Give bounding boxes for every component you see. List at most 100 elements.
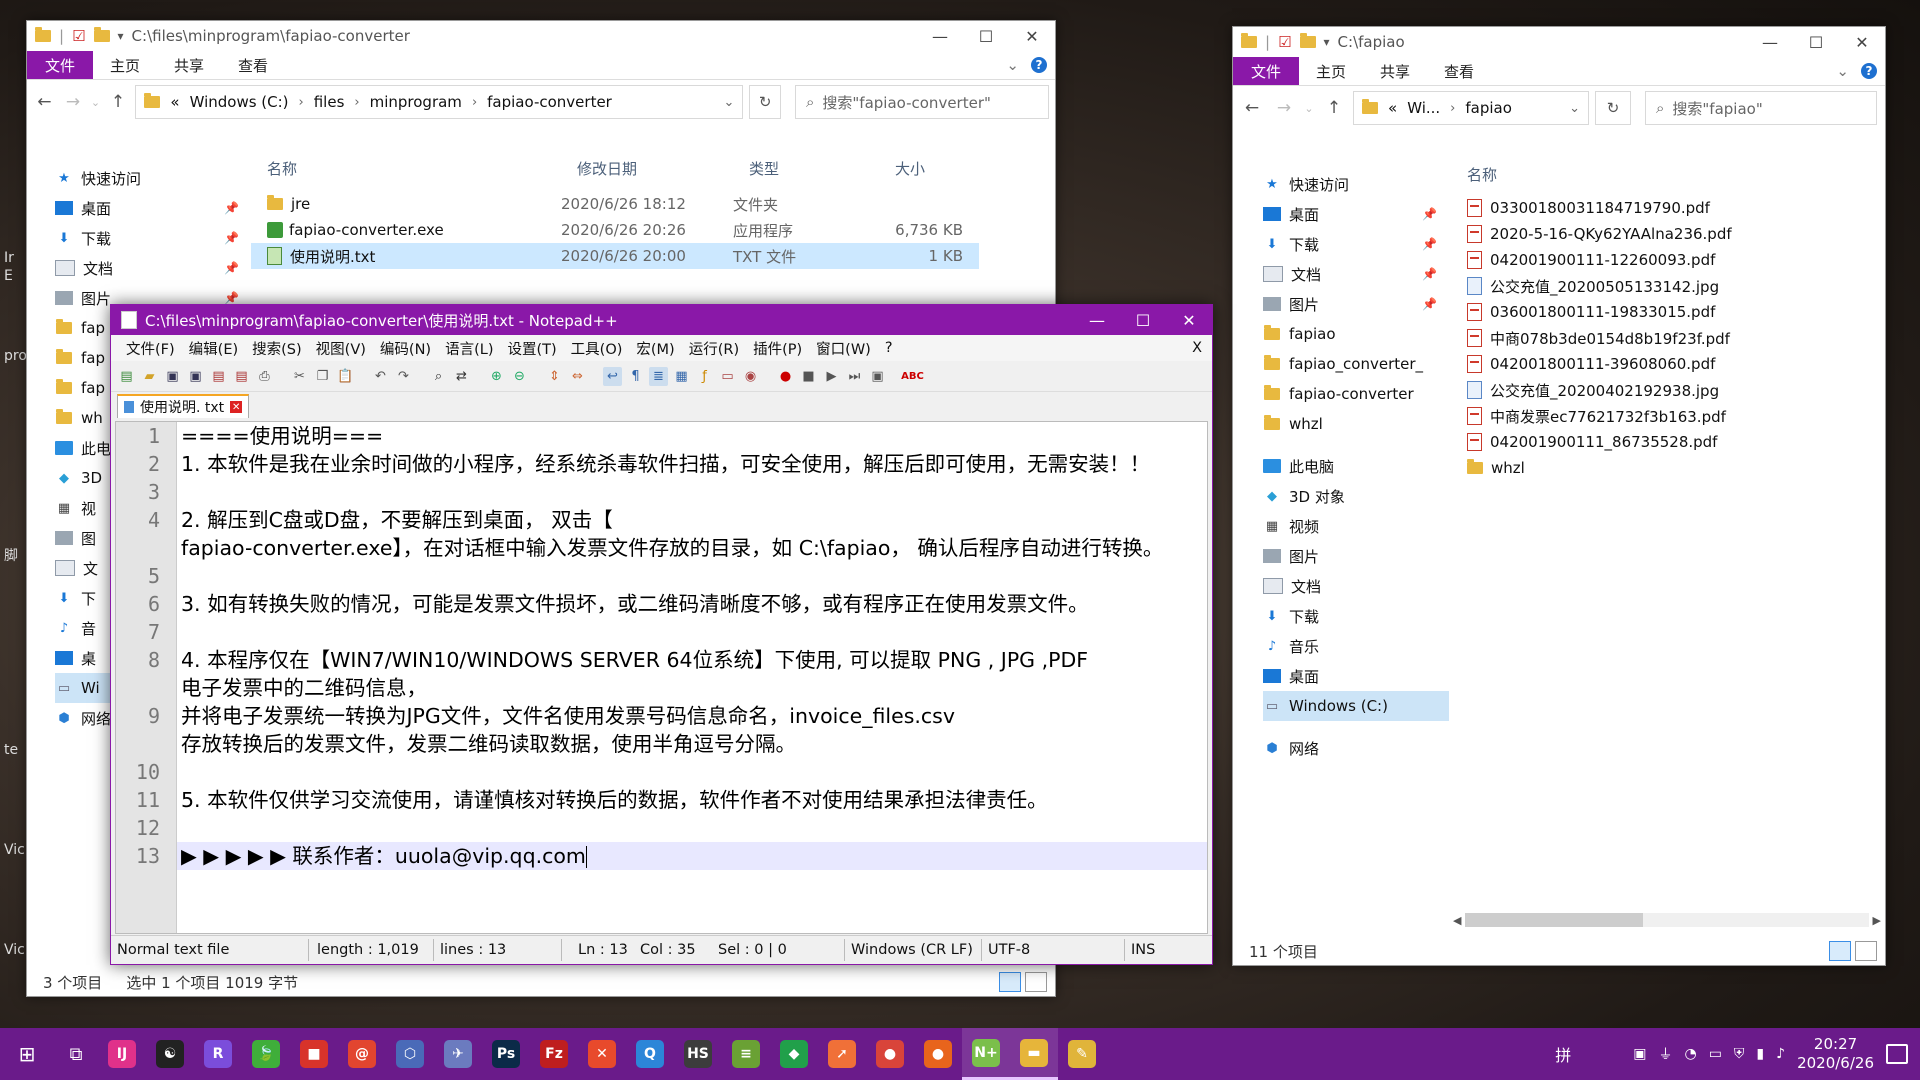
taskbar-app-button[interactable]: ✕ xyxy=(578,1028,626,1080)
pin-icon[interactable]: 📌 xyxy=(1422,207,1437,221)
text-editor[interactable]: 1 2 3 4 5 6 7 8 9 10 11 12 13 ====使用说明=== 1. 本软件是我在业余… xyxy=(115,421,1208,934)
nav-item[interactable]: ▭ Windows (C:) xyxy=(1263,691,1449,721)
taskbar-app-button[interactable]: ✈ xyxy=(434,1028,482,1080)
breadcrumb-item[interactable]: Wi... xyxy=(1407,99,1440,117)
print-icon[interactable]: ⎙ xyxy=(255,367,274,386)
find-icon[interactable]: ⌕ xyxy=(429,367,448,386)
taskbar-app-button[interactable]: ■ xyxy=(290,1028,338,1080)
network-app-icon[interactable]: ▣ xyxy=(1633,1046,1646,1062)
close-button[interactable]: ✕ xyxy=(1166,305,1212,335)
zoom-out-icon[interactable]: ⊖ xyxy=(510,367,529,386)
nav-item[interactable]: 桌面 📌 xyxy=(1263,199,1449,229)
open-file-icon[interactable]: ▰ xyxy=(140,367,159,386)
menu-item[interactable]: 编码(N) xyxy=(373,338,438,359)
insert-mode[interactable]: INS xyxy=(1125,939,1171,961)
large-icons-view-icon[interactable] xyxy=(1855,941,1877,961)
tab-home[interactable]: 主页 xyxy=(93,51,157,79)
taskbar-app-button[interactable]: ● xyxy=(914,1028,962,1080)
nav-item[interactable]: ⬢ 网络 xyxy=(1263,733,1449,763)
nav-item[interactable]: fapiao xyxy=(1263,319,1449,349)
breadcrumb-item[interactable]: files xyxy=(314,93,345,111)
menu-item[interactable]: 编辑(E) xyxy=(182,338,245,359)
scroll-right-icon[interactable]: ▶ xyxy=(1873,914,1881,927)
nav-item[interactable]: 桌面 📌 xyxy=(55,193,251,223)
save-all-icon[interactable]: ▣ xyxy=(186,367,205,386)
address-bar[interactable]: « Wi... › fapiao ⌄ xyxy=(1353,91,1589,125)
save-icon[interactable]: ▣ xyxy=(163,367,182,386)
forward-arrow-icon[interactable]: → xyxy=(1271,98,1297,118)
help-icon[interactable]: ? xyxy=(1031,57,1047,73)
code-line[interactable]: ====使用说明=== xyxy=(177,422,1207,450)
nav-item[interactable]: ★ 快速访问 xyxy=(55,163,251,193)
code-line[interactable]: 并将电子发票统一转换为JPG文件，文件名使用发票号码信息命名，invoice_f… xyxy=(177,702,1207,730)
close-file-icon[interactable]: ▤ xyxy=(209,367,228,386)
tab-close-icon[interactable]: ✕ xyxy=(230,401,243,413)
notification-center-icon[interactable] xyxy=(1886,1044,1908,1064)
breadcrumb-overflow[interactable]: « xyxy=(170,93,179,111)
taskbar-app-button[interactable]: ☯ xyxy=(146,1028,194,1080)
address-bar[interactable]: « Windows (C:) › files › minprogram › fa… xyxy=(135,85,744,119)
file-row[interactable]: 中商发票ec77621732f3b163.pdf xyxy=(1467,403,1885,429)
volume-icon[interactable]: ♪ xyxy=(1776,1046,1785,1062)
battery-icon[interactable]: ▮ xyxy=(1756,1046,1764,1062)
file-row[interactable]: 03300180031184719790.pdf xyxy=(1467,195,1885,221)
copy-icon[interactable]: ❐ xyxy=(313,367,332,386)
breadcrumb-item[interactable]: fapiao-converter xyxy=(487,93,612,111)
column-header-name[interactable]: 名称 xyxy=(251,158,577,179)
taskbar-app-button[interactable]: ▬ xyxy=(1010,1028,1058,1080)
file-row[interactable]: 公交充值_20200402192938.jpg xyxy=(1467,377,1885,403)
column-header-name[interactable]: 名称 xyxy=(1449,164,1497,185)
new-folder-icon[interactable] xyxy=(93,27,110,42)
recent-dropdown-icon[interactable]: ⌄ xyxy=(90,96,100,109)
horizontal-scrollbar[interactable]: ◀ ▶ xyxy=(1453,911,1881,929)
pin-icon[interactable]: 📌 xyxy=(1422,267,1437,281)
monitoring-icon[interactable]: ◉ xyxy=(741,367,760,386)
code-line[interactable]: fapiao-converter.exe】，在对话框中输入发票文件存放的目录，如… xyxy=(177,534,1207,562)
nav-item[interactable]: 文档 xyxy=(1263,571,1449,601)
file-row[interactable]: fapiao-converter.exe 2020/6/26 20:26 应用程序 6… xyxy=(251,217,979,243)
sync-vertical-icon[interactable]: ⇕ xyxy=(545,367,564,386)
start-button[interactable]: ⊞ xyxy=(0,1028,54,1080)
search-input[interactable]: ⌕ 搜索"fapiao" xyxy=(1645,91,1877,125)
pin-icon[interactable]: 📌 xyxy=(224,291,239,305)
breadcrumb-overflow[interactable]: « xyxy=(1388,99,1397,117)
task-view-button[interactable]: ⧉ xyxy=(54,1028,98,1080)
taskbar-app-button[interactable]: Ps xyxy=(482,1028,530,1080)
nav-item[interactable]: fapiao_converter_ xyxy=(1263,349,1449,379)
menu-item[interactable]: 搜索(S) xyxy=(245,338,309,359)
nav-item[interactable]: 图片 xyxy=(1263,541,1449,571)
quick-access-dropdown-icon[interactable]: ▾ xyxy=(1324,35,1330,49)
nav-item[interactable]: ★ 快速访问 xyxy=(1263,169,1449,199)
file-row[interactable]: 036001800111-19833015.pdf xyxy=(1467,299,1885,325)
checkbox-icon[interactable]: ☑ xyxy=(72,27,85,45)
taskbar-app-button[interactable]: ➚ xyxy=(818,1028,866,1080)
nav-item[interactable]: ⬇ 下载 xyxy=(1263,601,1449,631)
minimize-button[interactable]: — xyxy=(1747,27,1793,57)
taskbar-app-button[interactable]: N+ xyxy=(962,1028,1010,1080)
quick-access-dropdown-icon[interactable]: ▾ xyxy=(118,29,124,43)
taskbar-app-button[interactable]: Fz xyxy=(530,1028,578,1080)
taskbar-app-button[interactable]: ● xyxy=(866,1028,914,1080)
nav-item[interactable]: ▦ 视频 xyxy=(1263,511,1449,541)
column-header-type[interactable]: 类型 xyxy=(749,158,895,179)
menu-item[interactable]: ? xyxy=(878,340,900,356)
back-arrow-icon[interactable]: ← xyxy=(33,92,56,112)
minimize-button[interactable]: — xyxy=(917,21,963,51)
taskbar-app-button[interactable]: 🍃 xyxy=(242,1028,290,1080)
menu-item[interactable]: 文件(F) xyxy=(119,338,182,359)
redo-icon[interactable]: ↷ xyxy=(394,367,413,386)
taskbar-app-button[interactable]: R xyxy=(194,1028,242,1080)
forward-arrow-icon[interactable]: → xyxy=(62,92,85,112)
nav-item[interactable]: ♪ 音乐 xyxy=(1263,631,1449,661)
expand-ribbon-icon[interactable]: ⌄ xyxy=(1006,56,1019,74)
nav-item[interactable]: 此电脑 xyxy=(1263,451,1449,481)
chevron-down-icon[interactable]: ⌄ xyxy=(723,95,734,110)
file-row[interactable]: 使用说明.txt 2020/6/26 20:00 TXT 文件 1 KB xyxy=(251,243,979,269)
file-row[interactable]: 042001900111_86735528.pdf xyxy=(1467,429,1885,455)
pin-icon[interactable]: 📌 xyxy=(1422,237,1437,251)
taskbar-app-button[interactable]: ≡ xyxy=(722,1028,770,1080)
help-icon[interactable]: ? xyxy=(1861,63,1877,79)
code-line[interactable] xyxy=(177,478,1207,506)
new-file-icon[interactable]: ▤ xyxy=(117,367,136,386)
undo-icon[interactable]: ↶ xyxy=(371,367,390,386)
